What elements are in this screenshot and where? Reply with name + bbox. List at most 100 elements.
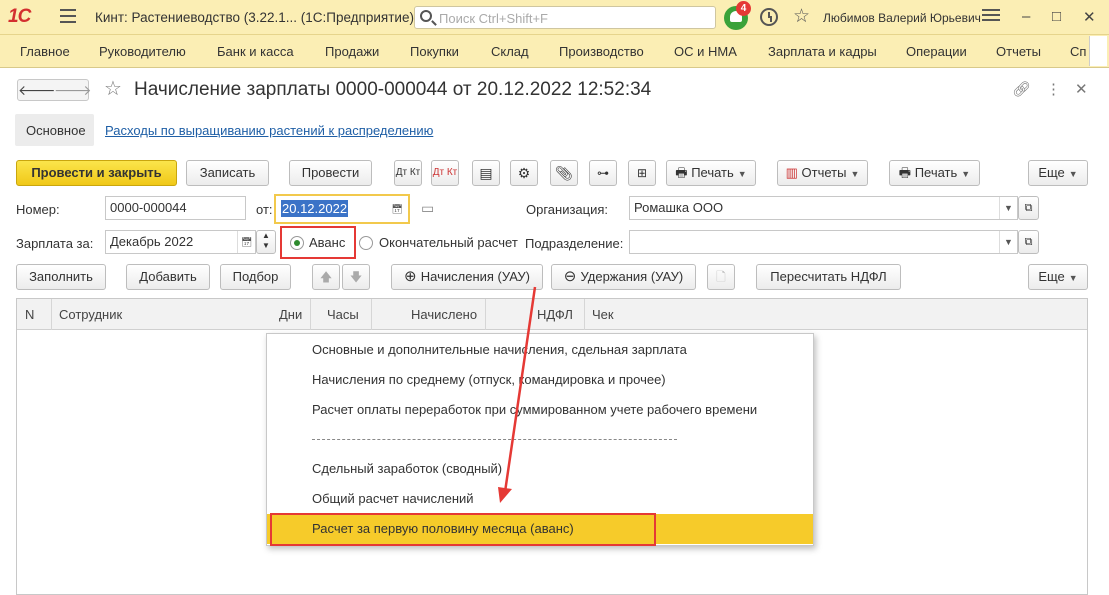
printer-icon: 🖶︎: [675, 165, 692, 180]
section-sales[interactable]: Продажи: [325, 44, 379, 59]
print-dropdown-button-2[interactable]: 🖶︎ Печать ▼: [889, 160, 980, 186]
section-bank[interactable]: Банк и касса: [217, 44, 294, 59]
post-and-close-button[interactable]: Провести и закрыть: [16, 160, 177, 186]
settings-menu-icon[interactable]: [982, 9, 1000, 23]
maximize-button[interactable]: □: [1052, 8, 1061, 25]
date-from-label: от:: [256, 202, 273, 217]
calendar-icon-2[interactable]: 📅︎: [237, 231, 255, 253]
department-dropdown-icon[interactable]: ▼: [999, 231, 1017, 253]
favorite-star-icon[interactable]: ☆: [104, 76, 122, 101]
main-menu-icon[interactable]: [60, 9, 76, 23]
reports-dropdown-button[interactable]: ▥ Отчеты ▼: [777, 160, 868, 186]
move-down-icon[interactable]: 🡇: [342, 264, 370, 290]
print-dropdown-button[interactable]: 🖶︎ Печать ▼: [666, 160, 756, 186]
link-icon[interactable]: 🔗︎: [1012, 80, 1031, 98]
close-window-button[interactable]: ✕: [1083, 8, 1096, 26]
column-employee[interactable]: Сотрудник: [59, 307, 122, 322]
pick-button[interactable]: Подбор: [220, 264, 291, 290]
column-n[interactable]: N: [25, 307, 34, 322]
column-check[interactable]: Чек: [592, 307, 614, 322]
menu-item-overtime[interactable]: Расчет оплаты переработок при суммирован…: [267, 395, 813, 425]
app-logo: 1С: [8, 6, 31, 27]
tab-main-label: Основное: [26, 123, 86, 138]
section-purchases[interactable]: Покупки: [410, 44, 459, 59]
organization-field[interactable]: Ромашка ООО ▼: [629, 196, 1018, 220]
post-button[interactable]: Провести: [289, 160, 372, 186]
organization-value: Ромашка ООО: [634, 200, 724, 215]
forward-arrow-icon[interactable]: 🡒: [54, 82, 92, 99]
search-input[interactable]: Поиск Ctrl+Shift+F: [414, 6, 716, 29]
number-field[interactable]: 0000-000044: [105, 196, 246, 220]
column-hours[interactable]: Часы: [327, 307, 359, 322]
section-assets[interactable]: ОС и НМА: [674, 44, 737, 59]
notifications-bell-icon[interactable]: 4: [724, 1, 751, 30]
search-icon: [420, 10, 432, 22]
menu-item-general-calculation[interactable]: Общий расчет начислений: [267, 484, 813, 514]
deductions-button[interactable]: ⊖ Удержания (УАУ): [551, 264, 696, 290]
section-operations[interactable]: Операции: [906, 44, 967, 59]
recalculate-ndfl-button[interactable]: Пересчитать НДФЛ: [756, 264, 901, 290]
right-scrollbar[interactable]: [1101, 263, 1109, 333]
title-bar: 1С Кинт: Растениеводство (3.22.1... (1С:…: [0, 0, 1109, 35]
close-document-icon[interactable]: ✕: [1075, 80, 1088, 98]
dt-kt-icon[interactable]: Дт Кт: [394, 160, 422, 186]
section-warehouse[interactable]: Склад: [491, 44, 529, 59]
reports-label: Отчеты: [801, 165, 847, 180]
section-production[interactable]: Производство: [559, 44, 644, 59]
accruals-button[interactable]: ⊕ Начисления (УАУ): [391, 264, 543, 290]
salary-period-value: Декабрь 2022: [110, 234, 194, 249]
table-more-button[interactable]: Еще ▼: [1028, 264, 1088, 290]
column-days[interactable]: Дни: [279, 307, 302, 322]
deductions-label: Удержания (УАУ): [580, 269, 684, 284]
menu-item-average-accruals[interactable]: Начисления по среднему (отпуск, командир…: [267, 365, 813, 395]
sections-panel: Главное Руководителю Банк и касса Продаж…: [0, 35, 1109, 68]
history-icon[interactable]: [760, 8, 778, 26]
organization-label: Организация:: [526, 202, 609, 217]
more-vertical-icon[interactable]: ⋮: [1046, 80, 1061, 98]
final-calculation-radio[interactable]: [359, 236, 373, 250]
tab-expenses-link[interactable]: Расходы по выращиванию растений к распре…: [105, 123, 433, 138]
column-ndfl[interactable]: НДФЛ: [537, 307, 573, 322]
document-list-icon[interactable]: ▤: [472, 160, 500, 186]
back-arrow-icon[interactable]: 🡐: [18, 82, 56, 99]
period-spinner[interactable]: ▲ ▼: [256, 230, 276, 254]
add-button[interactable]: Добавить: [126, 264, 210, 290]
date-field[interactable]: 20.12.2022 📅︎: [274, 194, 410, 224]
more-label: Еще: [1038, 165, 1065, 180]
app-title: Кинт: Растениеводство (3.22.1... (1С:Пре…: [95, 10, 414, 25]
section-management[interactable]: Руководителю: [99, 44, 186, 59]
dt-kt-red-icon[interactable]: Дт Кт: [431, 160, 459, 186]
column-accrued[interactable]: Начислено: [411, 307, 477, 322]
sections-scrollbar[interactable]: [1089, 36, 1107, 66]
minimize-button[interactable]: –: [1022, 8, 1030, 25]
section-salary[interactable]: Зарплата и кадры: [768, 44, 877, 59]
comment-icon[interactable]: ▭: [421, 200, 434, 217]
clear-document-icon[interactable]: 🗋: [707, 264, 735, 290]
tab-main[interactable]: Основное: [15, 114, 94, 146]
menu-item-piecework-summary[interactable]: Сдельный заработок (сводный): [267, 454, 813, 484]
fill-button[interactable]: Заполнить: [16, 264, 106, 290]
move-up-icon[interactable]: 🡅: [312, 264, 340, 290]
user-name[interactable]: Любимов Валерий Юрьевич: [823, 11, 981, 25]
hierarchy-icon[interactable]: ⊞: [628, 160, 656, 186]
notifications-count-badge: 4: [736, 1, 751, 16]
favorites-star-icon[interactable]: ☆: [793, 5, 810, 28]
section-main[interactable]: Главное: [20, 44, 70, 59]
department-field[interactable]: ▼: [629, 230, 1018, 254]
structure-icon[interactable]: ⊶: [589, 160, 617, 186]
table-header: N Сотрудник Дни Часы Начислено НДФЛ Чек: [17, 299, 1087, 330]
department-open-icon[interactable]: ⧉: [1018, 230, 1039, 254]
section-more[interactable]: Сп: [1070, 44, 1086, 59]
organization-open-icon[interactable]: ⧉: [1018, 196, 1039, 220]
section-reports[interactable]: Отчеты: [996, 44, 1041, 59]
attachment-clip-icon[interactable]: 📎︎: [550, 160, 578, 186]
organization-dropdown-icon[interactable]: ▼: [999, 197, 1017, 219]
menu-item-main-accruals[interactable]: Основные и дополнительные начисления, сд…: [267, 335, 813, 365]
more-button[interactable]: Еще ▼: [1028, 160, 1088, 186]
salary-period-field[interactable]: Декабрь 2022 📅︎: [105, 230, 256, 254]
settings-gears-icon[interactable]: ⚙: [510, 160, 538, 186]
calendar-icon[interactable]: 📅︎: [388, 198, 406, 220]
save-button[interactable]: Записать: [186, 160, 269, 186]
plus-circle-icon: ⊕: [404, 268, 421, 285]
print-label: Печать: [691, 165, 734, 180]
